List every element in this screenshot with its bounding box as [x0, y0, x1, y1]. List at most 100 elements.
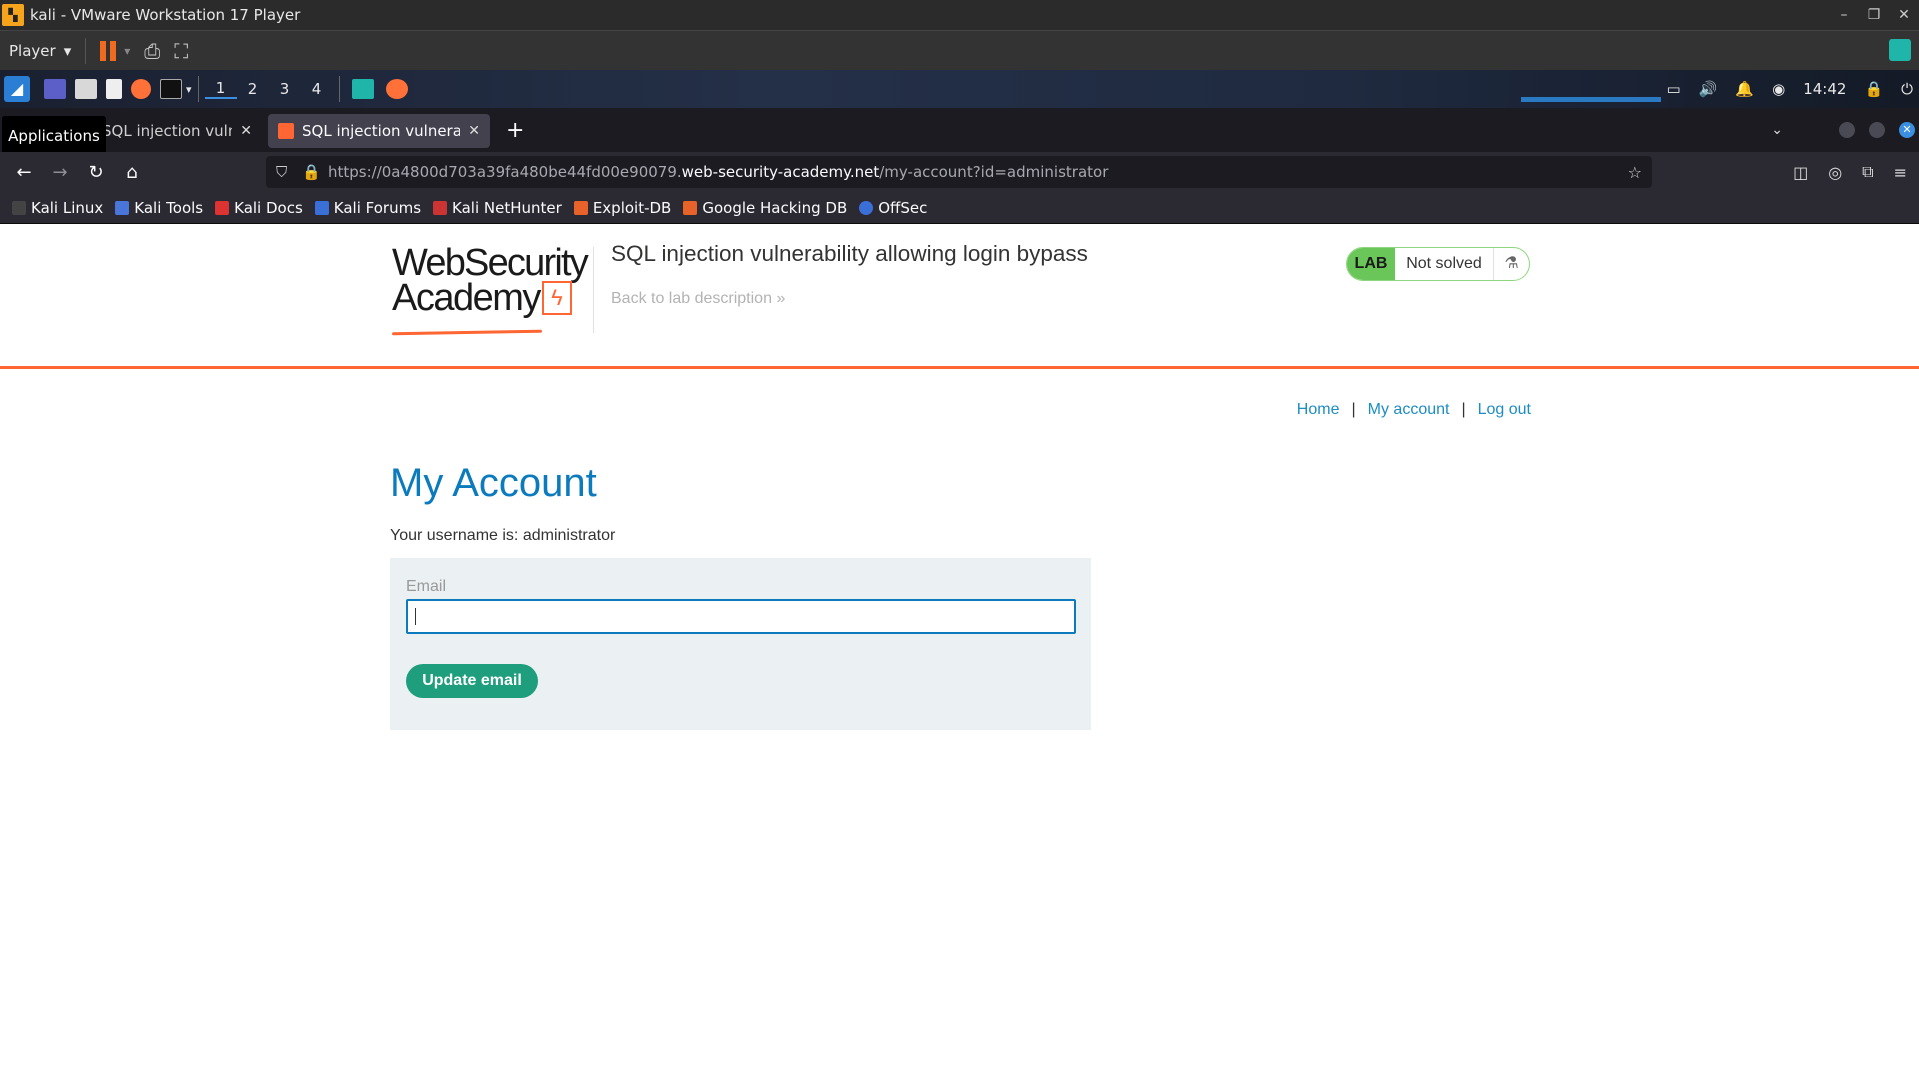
burpsuite-icon[interactable] — [351, 79, 374, 99]
firefox-window-icon[interactable] — [385, 79, 408, 99]
close-tab-icon[interactable]: ✕ — [468, 123, 480, 139]
bookmark-label: Kali NetHunter — [452, 198, 562, 217]
terminal-icon[interactable] — [160, 79, 182, 99]
reload-icon[interactable]: ↻ — [78, 162, 114, 183]
home-icon[interactable]: ⌂ — [114, 162, 150, 183]
back-link-label: Back to lab description — [611, 290, 772, 307]
shield-icon[interactable]: ⛉ — [276, 163, 290, 181]
logo-underline — [391, 329, 543, 336]
firefox-icon[interactable] — [131, 79, 151, 99]
bookmark-label: Google Hacking DB — [702, 198, 848, 217]
text-editor-icon[interactable] — [106, 79, 122, 99]
close-button[interactable]: ✕ — [1889, 0, 1919, 30]
kali-top-panel: ◢ ▾ 1 2 3 4 ▭ 🔊 🔔 ◉ 14:42 🔒 ⏻ — [0, 70, 1919, 108]
bookmark-label: Exploit-DB — [592, 198, 672, 217]
portswigger-favicon-icon — [278, 123, 294, 139]
lock-icon[interactable]: 🔒 — [302, 163, 321, 181]
notification-icon[interactable]: 🔔 — [1735, 80, 1754, 98]
volume-icon[interactable]: 🔊 — [1699, 80, 1718, 98]
update-email-button[interactable]: Update email — [406, 664, 538, 698]
tab-sql-injection-2[interactable]: SQL injection vulnerability ✕ — [268, 114, 490, 148]
desktop-icon[interactable] — [44, 79, 66, 99]
tab-sql-injection-1[interactable]: SQL injection vulnera ✕ — [92, 114, 262, 148]
nav-separator: | — [1461, 401, 1466, 418]
academy-header: WebSecurity Academy ϟ SQL injection vuln… — [0, 225, 1919, 369]
cpu-graph — [1521, 78, 1661, 102]
power-icon[interactable]: ⏻ — [1901, 80, 1913, 98]
panel-tray: ▭ 🔊 🔔 ◉ 14:42 🔒 ⏻ — [1667, 70, 1913, 108]
lock-icon[interactable]: 🔒 — [1864, 80, 1883, 98]
bookmark-kali-nethunter[interactable]: Kali NetHunter — [433, 199, 562, 217]
web-security-academy-logo[interactable]: WebSecurity Academy ϟ — [391, 244, 590, 341]
url-text[interactable]: https://0a4800d703a39fa480be44fd00e90079… — [328, 163, 1108, 181]
panel-divider — [197, 76, 199, 102]
bookmark-star-icon[interactable]: ☆ — [1628, 163, 1642, 182]
tab-title: SQL injection vulnera — [102, 122, 232, 140]
fullscreen-icon[interactable]: ⛶ — [174, 39, 188, 63]
tab-title: SQL injection vulnerability — [302, 122, 461, 140]
lab-status-text: Not solved — [1406, 255, 1482, 272]
kali-menu-icon[interactable]: ◢ — [4, 76, 30, 102]
bookmark-kali-docs[interactable]: Kali Docs — [215, 199, 303, 217]
file-manager-icon[interactable] — [75, 79, 97, 99]
forward-icon[interactable]: → — [42, 162, 78, 183]
log-out-link[interactable]: Log out — [1478, 401, 1531, 419]
bookmark-label: Kali Tools — [134, 198, 204, 217]
workspace-2[interactable]: 2 — [237, 80, 269, 98]
web-page: WebSecurity Academy ϟ SQL injection vuln… — [0, 225, 1919, 1079]
home-link[interactable]: Home — [1297, 401, 1340, 419]
minimize-button[interactable]: – — [1829, 0, 1859, 30]
close-tab-icon[interactable]: ✕ — [240, 123, 252, 139]
bookmark-kali-linux[interactable]: Kali Linux — [12, 199, 103, 217]
my-account-link[interactable]: My account — [1368, 401, 1450, 419]
bookmark-google-hacking-db[interactable]: Google Hacking DB — [683, 199, 847, 217]
lab-badge: LAB — [1347, 248, 1395, 280]
update-email-form: Email Update email — [390, 558, 1091, 730]
bookmark-kali-forums[interactable]: Kali Forums — [314, 199, 421, 217]
applications-tooltip: Applications — [2, 116, 106, 156]
clock[interactable]: 14:42 — [1803, 80, 1846, 98]
vm-toolbar: Player ▾ ▾ ⎙ ⛶ — [0, 30, 1919, 70]
send-ctrl-alt-del-icon[interactable]: ⎙ — [144, 39, 160, 63]
back-icon[interactable]: ← — [6, 162, 42, 183]
chevron-down-icon[interactable]: ▾ — [186, 83, 192, 96]
email-label: Email — [406, 578, 447, 595]
pocket-icon[interactable]: ◫ — [1793, 163, 1808, 182]
power-status-icon[interactable]: ◉ — [1772, 80, 1785, 98]
menu-icon[interactable]: ≡ — [1894, 163, 1907, 182]
page-title: My Account — [390, 461, 597, 505]
minimize-window-button[interactable] — [1839, 122, 1855, 138]
nethunter-icon — [433, 200, 448, 215]
pause-button[interactable] — [100, 40, 117, 61]
new-tab-button[interactable]: + — [506, 118, 524, 143]
browser-navbar: ← → ↻ ⌂ ⛉ 🔒 https://0a4800d703a39fa480be… — [0, 152, 1919, 192]
workspace-4[interactable]: 4 — [301, 80, 333, 98]
bookmarks-bar: Kali Linux Kali Tools Kali Docs Kali For… — [0, 192, 1919, 224]
account-nav: Home | My account | Log out — [1297, 401, 1531, 419]
close-window-button[interactable]: ✕ — [1899, 122, 1915, 138]
header-divider — [593, 247, 594, 333]
chevron-down-icon[interactable]: ▾ — [124, 44, 130, 58]
url-host: web-security-academy.net — [681, 163, 880, 181]
display-icon[interactable]: ▭ — [1667, 80, 1681, 98]
bookmark-kali-tools[interactable]: Kali Tools — [115, 199, 203, 217]
account-icon[interactable]: ◎ — [1828, 163, 1842, 182]
workspace-3[interactable]: 3 — [269, 80, 301, 98]
text-caret — [415, 608, 416, 625]
workspace-1[interactable]: 1 — [204, 79, 237, 99]
bookmark-exploit-db[interactable]: Exploit-DB — [573, 198, 672, 217]
window-controls: – ❐ ✕ — [1829, 0, 1919, 30]
ghdb-icon — [683, 200, 698, 215]
navbar-tools: ◫ ◎ ⧉ ≡ — [1793, 152, 1907, 192]
url-bar[interactable]: ⛉ 🔒 https://0a4800d703a39fa480be44fd00e9… — [266, 156, 1652, 188]
bookmark-offsec[interactable]: OffSec — [859, 199, 927, 217]
back-to-lab-description-link[interactable]: Back to lab description » — [611, 290, 785, 308]
email-field[interactable] — [406, 599, 1076, 634]
player-menu[interactable]: Player ▾ — [9, 42, 71, 60]
extensions-icon[interactable]: ⧉ — [1862, 162, 1873, 182]
notes-icon[interactable] — [1889, 39, 1911, 61]
restore-button[interactable]: ❐ — [1859, 0, 1889, 30]
list-tabs-chevron-icon[interactable]: ⌄ — [1771, 122, 1783, 138]
lab-title: SQL injection vulnerability allowing log… — [611, 241, 1088, 266]
maximize-window-button[interactable] — [1869, 122, 1885, 138]
